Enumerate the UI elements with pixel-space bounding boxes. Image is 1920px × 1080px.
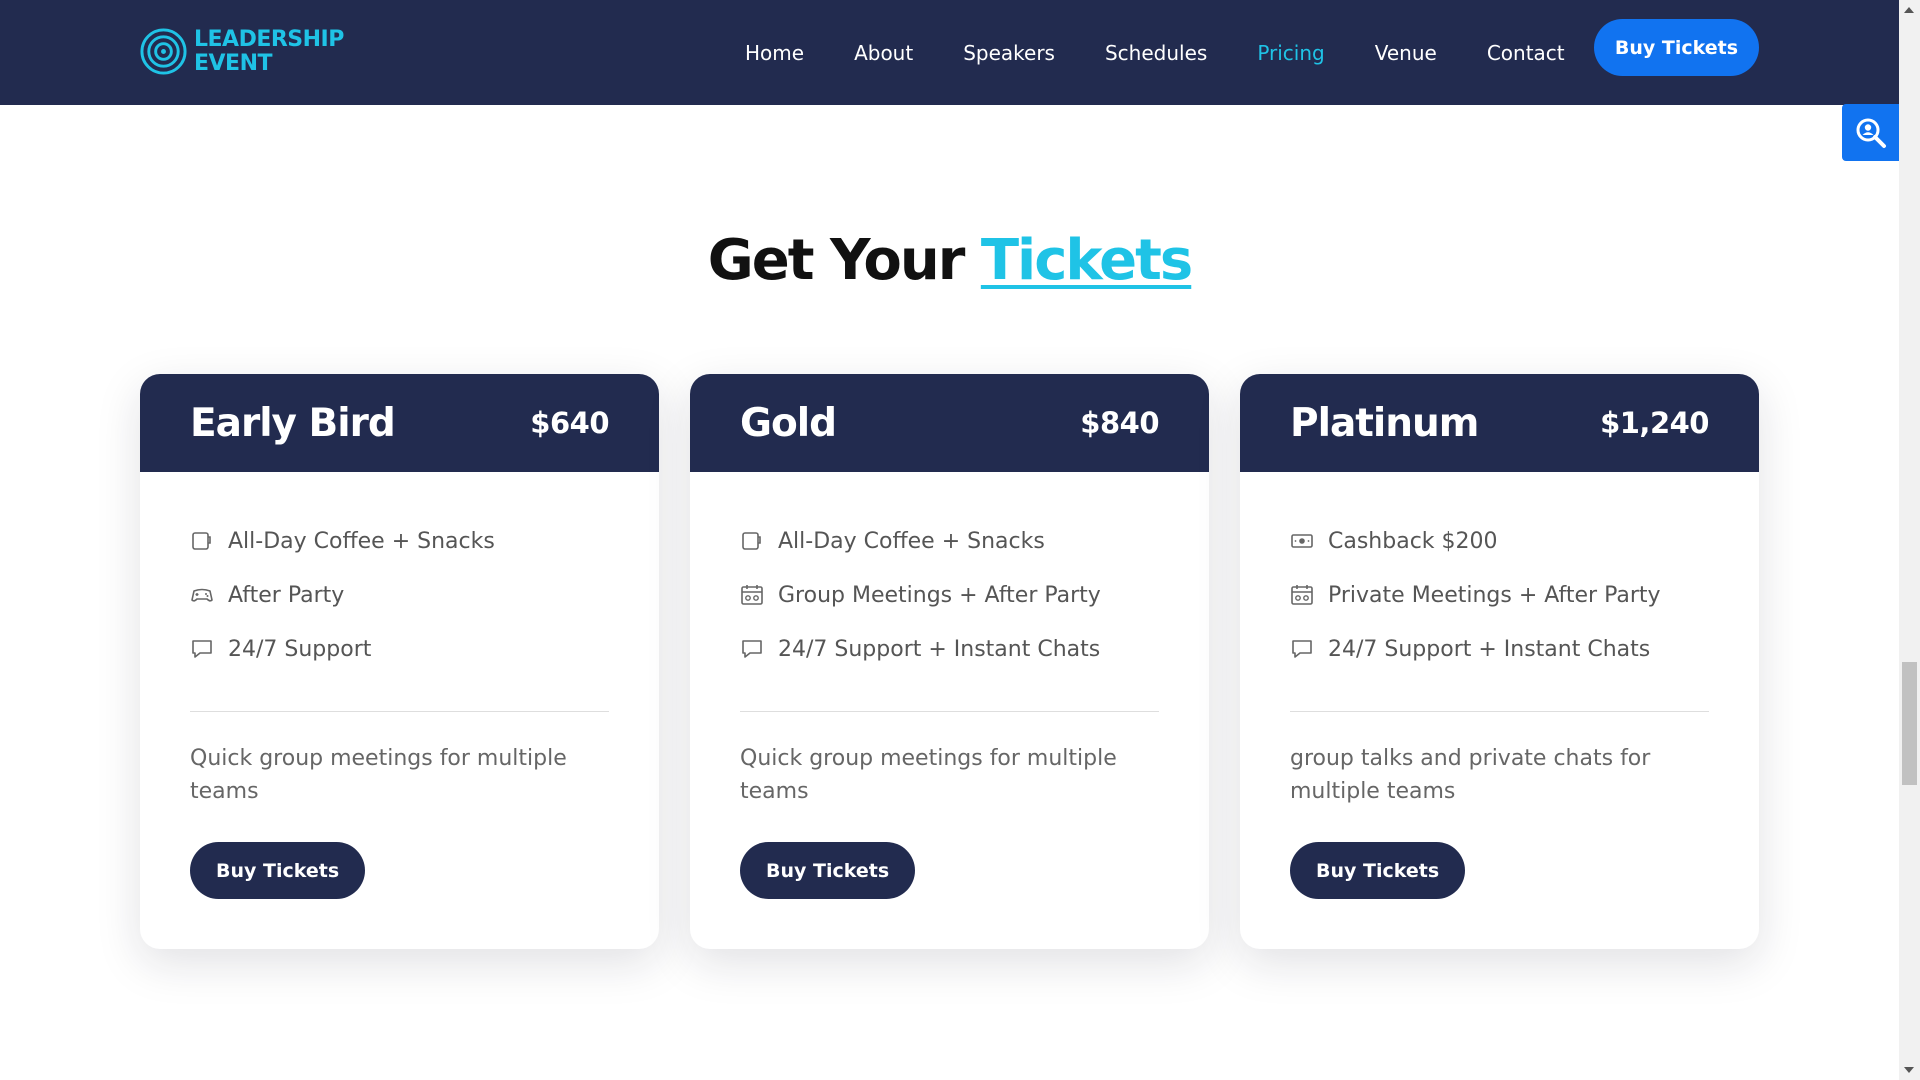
card-plan-name: Gold — [740, 400, 837, 446]
card-plan-price: $840 — [1080, 406, 1159, 440]
nav-venue[interactable]: Venue — [1350, 41, 1462, 65]
nav-about[interactable]: About — [829, 41, 938, 65]
feature-text: 24/7 Support + Instant Chats — [778, 636, 1101, 662]
feature-text: 24/7 Support — [228, 636, 372, 662]
site-header: LEADERSHIP EVENT Home About Speakers Sch… — [0, 0, 1899, 105]
cash-icon — [1291, 534, 1313, 548]
scroll-down-arrow-icon[interactable] — [1904, 1067, 1914, 1073]
target-logo-icon — [140, 28, 187, 75]
feature-text: Group Meetings + After Party — [778, 582, 1101, 608]
feature-text: All-Day Coffee + Snacks — [228, 528, 495, 554]
header-buy-tickets-button[interactable]: Buy Tickets — [1594, 19, 1759, 76]
feature-text: All-Day Coffee + Snacks — [778, 528, 1045, 554]
feature-text: 24/7 Support + Instant Chats — [1328, 636, 1651, 662]
nav-speakers[interactable]: Speakers — [938, 41, 1080, 65]
card-plan-name: Early Bird — [190, 400, 396, 446]
logo-wordmark: LEADERSHIP EVENT — [194, 26, 344, 76]
main-nav: Home About Speakers Schedules Pricing Ve… — [720, 0, 1590, 105]
feature-item: Private Meetings + After Party — [1290, 568, 1709, 622]
calendar-icon — [741, 585, 763, 605]
gamepad-icon — [191, 588, 213, 602]
scroll-thumb[interactable] — [1902, 662, 1917, 785]
card-divider — [1290, 711, 1709, 712]
page-scrollbar[interactable] — [1899, 0, 1920, 1080]
side-search-tab[interactable] — [1842, 104, 1899, 161]
feature-item: Group Meetings + After Party — [740, 568, 1159, 622]
pricing-card-gold: Gold $840 All-Day Coffee + Snacks Group … — [690, 374, 1209, 949]
feature-item: Cashback $200 — [1290, 514, 1709, 568]
scroll-up-arrow-icon[interactable] — [1904, 7, 1914, 13]
card-buy-tickets-button[interactable]: Buy Tickets — [190, 842, 366, 899]
card-plan-price: $1,240 — [1600, 406, 1709, 440]
chat-bubble-icon — [742, 640, 762, 658]
section-title-main: Get Your — [707, 228, 966, 293]
feature-item: All-Day Coffee + Snacks — [740, 514, 1159, 568]
feature-item: 24/7 Support + Instant Chats — [740, 622, 1159, 676]
site-logo[interactable]: LEADERSHIP EVENT — [139, 27, 344, 76]
pricing-card-early-bird: Early Bird $640 All-Day Coffee + Snacks … — [140, 374, 659, 949]
coffee-cup-icon — [192, 532, 211, 550]
nav-contact[interactable]: Contact — [1462, 41, 1590, 65]
card-description: Quick group meetings for multiple teams — [740, 746, 1117, 804]
card-description: group talks and private chats for multip… — [1290, 746, 1651, 804]
feature-text: After Party — [228, 582, 345, 608]
pricing-card-platinum: Platinum $1,240 Cashback $200 Private Me… — [1240, 374, 1759, 949]
card-header: Platinum $1,240 — [1240, 374, 1759, 472]
nav-schedules[interactable]: Schedules — [1080, 41, 1232, 65]
nav-pricing[interactable]: Pricing — [1232, 41, 1349, 65]
feature-text: Private Meetings + After Party — [1328, 582, 1661, 608]
card-buy-tickets-button[interactable]: Buy Tickets — [1290, 842, 1466, 899]
card-plan-price: $640 — [530, 406, 609, 440]
logo-line-2: EVENT — [194, 50, 273, 76]
card-divider — [190, 711, 609, 712]
feature-list: All-Day Coffee + Snacks Group Meetings +… — [690, 472, 1209, 676]
feature-item: 24/7 Support + Instant Chats — [1290, 622, 1709, 676]
card-header: Gold $840 — [690, 374, 1209, 472]
coffee-cup-icon — [742, 532, 761, 550]
nav-home[interactable]: Home — [720, 41, 829, 65]
chat-bubble-icon — [1292, 640, 1312, 658]
card-divider — [740, 711, 1159, 712]
section-title: Get Your Tickets — [0, 228, 1899, 293]
logo-line-1: LEADERSHIP — [194, 26, 344, 52]
card-description: Quick group meetings for multiple teams — [190, 746, 567, 804]
calendar-icon — [1291, 585, 1313, 605]
chat-bubble-icon — [192, 640, 212, 658]
feature-list: Cashback $200 Private Meetings + After P… — [1240, 472, 1759, 676]
feature-item: All-Day Coffee + Snacks — [190, 514, 609, 568]
feature-text: Cashback $200 — [1328, 528, 1498, 554]
card-header: Early Bird $640 — [140, 374, 659, 472]
card-buy-tickets-button[interactable]: Buy Tickets — [740, 842, 916, 899]
feature-item: After Party — [190, 568, 609, 622]
card-plan-name: Platinum — [1290, 400, 1479, 446]
search-user-icon — [1856, 118, 1886, 148]
section-title-accent: Tickets — [980, 228, 1193, 293]
feature-list: All-Day Coffee + Snacks After Party 24/7… — [140, 472, 659, 676]
feature-item: 24/7 Support — [190, 622, 609, 676]
